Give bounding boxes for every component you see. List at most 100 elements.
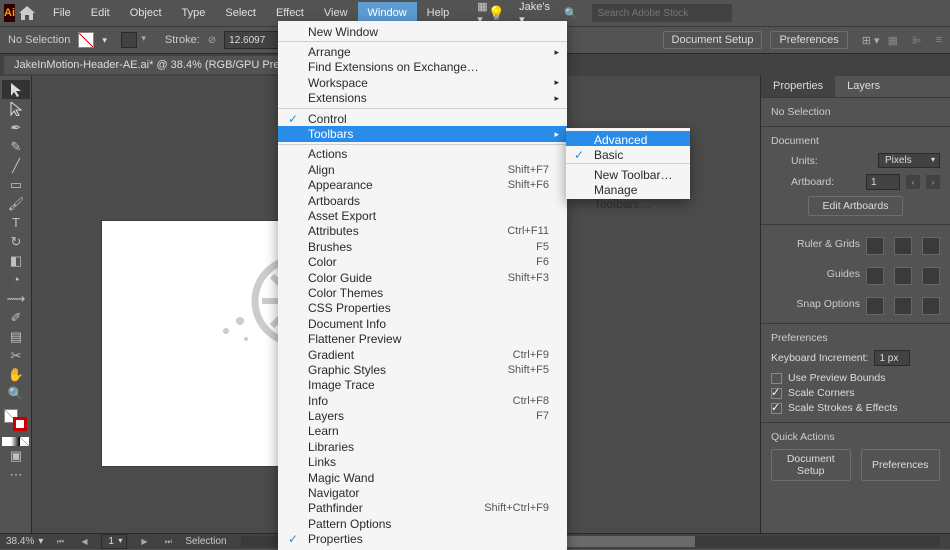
- align-icon[interactable]: ⊞ ▾: [862, 34, 880, 47]
- guides-lock-icon[interactable]: [894, 267, 912, 285]
- menu-item-attributes[interactable]: AttributesCtrl+F11: [278, 224, 567, 239]
- document-tab[interactable]: JakeInMotion-Header-AE.ai* @ 38.4% (RGB/…: [4, 56, 319, 74]
- snap-grid-icon[interactable]: [922, 297, 940, 315]
- gradient-tool[interactable]: ▤: [2, 327, 30, 346]
- qa-doc-setup-button[interactable]: Document Setup: [771, 449, 851, 481]
- menu-item-layers[interactable]: LayersF7: [278, 408, 567, 423]
- kb-inc-input[interactable]: [874, 350, 910, 366]
- stroke-weight-input[interactable]: [224, 31, 280, 49]
- menu-item-properties[interactable]: Properties: [278, 532, 567, 547]
- menu-item-pattern-options[interactable]: Pattern Options: [278, 516, 567, 531]
- menu-edit[interactable]: Edit: [81, 2, 120, 24]
- cb-scale-strokes[interactable]: [771, 403, 782, 414]
- menu-item-find-extensions-on-exchange-[interactable]: Find Extensions on Exchange…: [278, 60, 567, 75]
- submenu-new-toolbar-[interactable]: New Toolbar…: [566, 166, 690, 181]
- menu-select[interactable]: Select: [215, 2, 266, 24]
- ruler-icon[interactable]: [866, 237, 884, 255]
- grid-icon[interactable]: ▦: [888, 34, 898, 47]
- qa-prefs-button[interactable]: Preferences: [861, 449, 941, 481]
- pen-tool[interactable]: ✒: [2, 118, 30, 137]
- color-mode-controls[interactable]: [2, 437, 29, 446]
- rotate-tool[interactable]: ↻: [2, 232, 30, 251]
- menu-type[interactable]: Type: [172, 2, 216, 24]
- artboard-next[interactable]: ›: [926, 175, 940, 189]
- stroke-link-icon[interactable]: ⊘: [208, 35, 216, 46]
- fill-swatch[interactable]: [78, 32, 94, 48]
- hand-tool[interactable]: ✋: [2, 365, 30, 384]
- menu-item-links[interactable]: Links: [278, 455, 567, 470]
- menu-item-color-themes[interactable]: Color Themes: [278, 285, 567, 300]
- menu-item-appearance[interactable]: AppearanceShift+F6: [278, 178, 567, 193]
- stroke-swatch[interactable]: [121, 32, 137, 48]
- menu-object[interactable]: Object: [120, 2, 172, 24]
- edit-artboards-button[interactable]: Edit Artboards: [808, 196, 904, 216]
- preferences-button[interactable]: Preferences: [770, 31, 847, 49]
- nav-prev[interactable]: ◀: [77, 535, 91, 549]
- menu-item-navigator[interactable]: Navigator: [278, 485, 567, 500]
- snap-point-icon[interactable]: [894, 297, 912, 315]
- fill-stroke-control[interactable]: [4, 409, 27, 431]
- cb-preview-bounds[interactable]: [771, 373, 782, 384]
- artboard-prev[interactable]: ‹: [906, 175, 920, 189]
- menu-item-actions[interactable]: Actions: [278, 147, 567, 162]
- snap-icon[interactable]: ⊫: [912, 34, 922, 47]
- shape-builder-tool[interactable]: ◔: [2, 270, 30, 289]
- menu-item-flattener-preview[interactable]: Flattener Preview: [278, 331, 567, 346]
- scissors-tool[interactable]: ✂: [2, 346, 30, 365]
- cb-scale-corners[interactable]: [771, 388, 782, 399]
- submenu-manage-toolbars-[interactable]: Manage Toolbars…: [566, 181, 690, 196]
- snap-pixel-icon[interactable]: [866, 297, 884, 315]
- grid-show-icon[interactable]: [894, 237, 912, 255]
- smart-guides-icon[interactable]: [922, 267, 940, 285]
- menu-item-new-window[interactable]: New Window: [278, 24, 567, 39]
- menu-item-extensions[interactable]: Extensions▸: [278, 91, 567, 106]
- menu-item-css-properties[interactable]: CSS Properties: [278, 301, 567, 316]
- nav-last[interactable]: ⏭: [161, 535, 175, 549]
- more-icon[interactable]: ≡: [936, 34, 942, 47]
- menu-item-document-info[interactable]: Document Info: [278, 316, 567, 331]
- artboard-input[interactable]: [866, 174, 900, 190]
- menu-item-align[interactable]: AlignShift+F7: [278, 162, 567, 177]
- width-tool[interactable]: ⟿: [2, 289, 30, 308]
- line-tool[interactable]: ╱: [2, 156, 30, 175]
- menu-item-libraries[interactable]: Libraries: [278, 439, 567, 454]
- rectangle-tool[interactable]: ▭: [2, 175, 30, 194]
- menu-item-gradient[interactable]: GradientCtrl+F9: [278, 347, 567, 362]
- menu-item-magic-wand[interactable]: Magic Wand: [278, 470, 567, 485]
- menu-item-workspace[interactable]: Workspace▸: [278, 75, 567, 90]
- menu-item-color-guide[interactable]: Color GuideShift+F3: [278, 270, 567, 285]
- home-icon[interactable]: [19, 2, 35, 24]
- menu-item-info[interactable]: InfoCtrl+F8: [278, 393, 567, 408]
- search-input[interactable]: [592, 4, 732, 22]
- type-tool[interactable]: T: [2, 213, 30, 232]
- eraser-tool[interactable]: ◧: [2, 251, 30, 270]
- nav-first[interactable]: ⏮: [53, 535, 67, 549]
- submenu-basic[interactable]: Basic: [566, 146, 690, 161]
- nav-next[interactable]: ▶: [137, 535, 151, 549]
- doc-setup-button[interactable]: Document Setup: [663, 31, 763, 49]
- tab-layers[interactable]: Layers: [835, 76, 892, 97]
- menu-item-image-trace[interactable]: Image Trace: [278, 378, 567, 393]
- tab-properties[interactable]: Properties: [761, 76, 835, 97]
- edit-toolbar[interactable]: ⋯: [2, 465, 30, 484]
- menu-item-learn[interactable]: Learn: [278, 424, 567, 439]
- menu-file[interactable]: File: [43, 2, 81, 24]
- curvature-tool[interactable]: ✎: [2, 137, 30, 156]
- menu-item-control[interactable]: Control: [278, 111, 567, 126]
- submenu-advanced[interactable]: Advanced: [566, 131, 690, 146]
- menu-item-pathfinder[interactable]: PathfinderShift+Ctrl+F9: [278, 501, 567, 516]
- units-dropdown[interactable]: Pixels: [878, 153, 940, 168]
- transparency-grid-icon[interactable]: [922, 237, 940, 255]
- menu-item-graphic-styles[interactable]: Graphic StylesShift+F5: [278, 362, 567, 377]
- paintbrush-tool[interactable]: 🖌: [2, 194, 30, 213]
- artboard-nav-dd[interactable]: 1: [101, 534, 127, 549]
- discover-icon[interactable]: 💡: [488, 5, 505, 22]
- screen-mode-tool[interactable]: ▣: [2, 446, 30, 465]
- search-icon[interactable]: 🔍: [564, 7, 578, 20]
- eyedropper-tool[interactable]: ✐: [2, 308, 30, 327]
- menu-item-artboards[interactable]: Artboards: [278, 193, 567, 208]
- guides-show-icon[interactable]: [866, 267, 884, 285]
- selection-tool[interactable]: [2, 80, 30, 99]
- menu-item-toolbars[interactable]: Toolbars▸: [278, 126, 567, 141]
- zoom-tool[interactable]: 🔍: [2, 384, 30, 403]
